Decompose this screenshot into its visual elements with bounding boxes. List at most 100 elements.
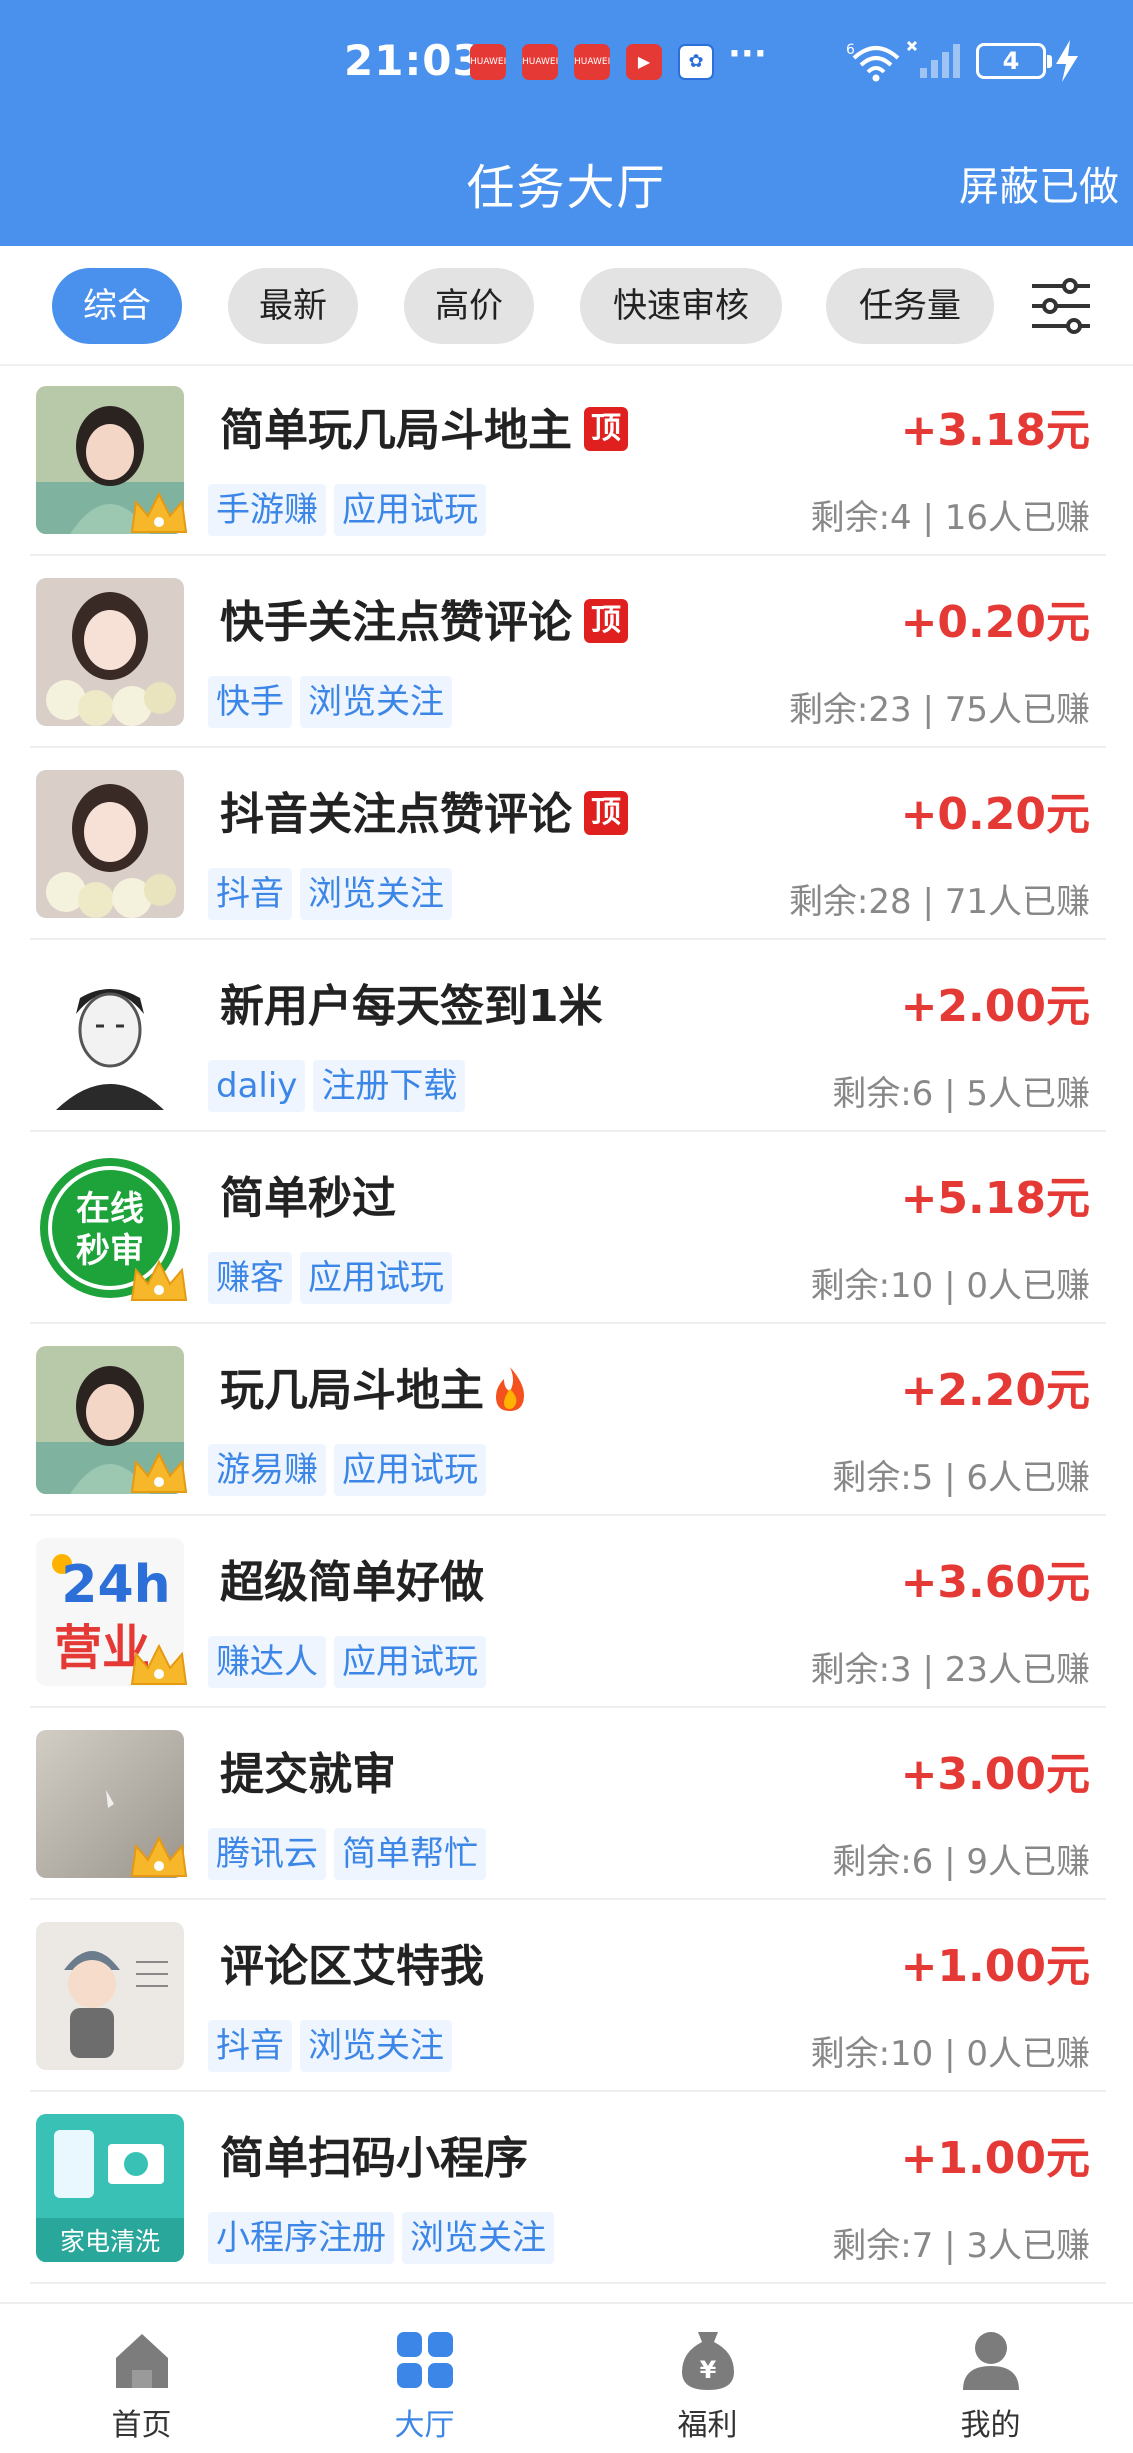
task-reward: +0.20元 <box>900 597 1090 648</box>
battery-indicator: 4 <box>976 43 1052 79</box>
task-row[interactable]: 在线 秒审 简单秒过 +5.18元 赚客 应用试玩 剩余:10 | 0人已赚 <box>30 1134 1106 1324</box>
task-tags: 小程序注册 浏览关注 <box>208 2212 562 2264</box>
hide-completed-button[interactable]: 屏蔽已做 <box>959 154 1119 212</box>
task-avatar <box>36 578 184 726</box>
user-icon <box>963 2332 1019 2390</box>
task-reward: +3.60元 <box>900 1557 1090 1608</box>
task-reward: +3.00元 <box>900 1749 1090 1800</box>
task-stats: 剩余:23 | 75人已赚 <box>788 690 1090 730</box>
crown-icon <box>130 1643 188 1685</box>
filter-chip-task-volume[interactable]: 任务量 <box>826 268 994 344</box>
task-title: 简单扫码小程序 <box>220 2133 528 2184</box>
filter-chip-fast-review[interactable]: 快速审核 <box>580 268 782 344</box>
task-tag: 应用试玩 <box>334 1636 486 1688</box>
task-tag: 赚达人 <box>208 1636 326 1688</box>
filter-chip-comprehensive[interactable]: 综合 <box>52 268 182 344</box>
task-stats: 剩余:4 | 16人已赚 <box>810 498 1090 538</box>
huawei-app-notification-icon: HUAWEI <box>522 44 558 80</box>
task-reward: +2.20元 <box>900 1365 1090 1416</box>
task-stats: 剩余:28 | 71人已赚 <box>788 882 1090 922</box>
task-reward: +1.00元 <box>900 1941 1090 1992</box>
pinned-badge: 顶 <box>584 791 628 835</box>
task-avatar: 家电清洗 <box>36 2114 184 2262</box>
sliders-icon[interactable] <box>1030 276 1092 336</box>
nav-mine[interactable]: 我的 <box>849 2304 1132 2453</box>
task-row[interactable]: 提交就审 +3.00元 腾讯云 简单帮忙 剩余:6 | 9人已赚 <box>30 1710 1106 1900</box>
task-avatar <box>36 386 188 534</box>
task-title: 提交就审 <box>220 1749 396 1800</box>
pinned-badge: 顶 <box>584 407 628 451</box>
task-tag: 小程序注册 <box>208 2212 394 2264</box>
crown-icon <box>130 491 188 533</box>
task-tags: 抖音 浏览关注 <box>208 868 460 920</box>
task-avatar <box>36 1730 188 1878</box>
task-row[interactable]: 评论区艾特我 +1.00元 抖音 浏览关注 剩余:10 | 0人已赚 <box>30 1902 1106 2092</box>
appliance-clean-logo: 家电清洗 <box>36 2114 184 2262</box>
fire-icon <box>496 1367 524 1411</box>
huawei-app-notification-icon: HUAWEI <box>574 44 610 80</box>
charging-icon <box>1056 40 1078 82</box>
task-row[interactable]: 24h 营业 超级简单好做 +3.60元 赚达人 应用试玩 剩余:3 | 23人已… <box>30 1518 1106 1708</box>
nav-hall[interactable]: 大厅 <box>283 2304 566 2453</box>
task-tag: 赚客 <box>208 1252 292 1304</box>
more-notifications-icon: ··· <box>728 34 767 74</box>
task-avatar: 在线 秒审 <box>36 1154 188 1302</box>
task-title: 简单玩几局斗地主顶 <box>220 394 628 458</box>
task-tag: 浏览关注 <box>300 868 452 920</box>
task-tag: 游易赚 <box>208 1444 326 1496</box>
task-title: 超级简单好做 <box>220 1557 484 1608</box>
filter-chip-newest[interactable]: 最新 <box>228 268 358 344</box>
grid-icon <box>397 2332 453 2388</box>
task-tag: 注册下载 <box>313 1060 466 1112</box>
svg-text:¥: ¥ <box>700 2356 717 2384</box>
crown-icon <box>130 1259 188 1301</box>
task-title: 评论区艾特我 <box>220 1941 484 1992</box>
task-reward: +1.00元 <box>900 2133 1090 2184</box>
status-time: 21:03 <box>344 36 483 85</box>
task-stats: 剩余:10 | 0人已赚 <box>810 2034 1090 2074</box>
task-tags: 手游赚 应用试玩 <box>208 484 494 536</box>
task-row[interactable]: 玩几局斗地主 +2.20元 游易赚 应用试玩 剩余:5 | 6人已赚 <box>30 1326 1106 1516</box>
logo-text: 家电清洗 <box>60 2227 160 2256</box>
task-reward: +0.20元 <box>900 789 1090 840</box>
nav-label: 首页 <box>111 2408 172 2443</box>
task-row[interactable]: 简单玩几局斗地主顶 +3.18元 手游赚 应用试玩 剩余:4 | 16人已赚 <box>30 366 1106 556</box>
task-reward: +3.18元 <box>900 405 1090 456</box>
huawei-app-notification-icon: HUAWEI <box>470 44 506 80</box>
home-icon <box>116 2334 168 2388</box>
task-tag: 抖音 <box>208 868 292 920</box>
task-avatar <box>36 962 184 1110</box>
task-stats: 剩余:5 | 6人已赚 <box>832 1458 1090 1498</box>
nav-label: 大厅 <box>394 2408 455 2443</box>
task-row[interactable]: 快手关注点赞评论顶 +0.20元 快手 浏览关注 剩余:23 | 75人已赚 <box>30 558 1106 748</box>
girl-flowers-avatar <box>36 770 184 918</box>
task-row[interactable]: 家电清洗 简单扫码小程序 +1.00元 小程序注册 浏览关注 剩余:7 | 3人已… <box>30 2094 1106 2284</box>
nav-home[interactable]: 首页 <box>0 2304 283 2453</box>
filter-chip-high-price[interactable]: 高价 <box>404 268 534 344</box>
money-bag-icon: ¥ <box>682 2332 734 2390</box>
signal-icon <box>906 40 960 78</box>
cartoon-boy-avatar <box>36 1922 184 2070</box>
task-stats: 剩余:7 | 3人已赚 <box>832 2226 1090 2266</box>
task-tag: 手游赚 <box>208 484 326 536</box>
nav-welfare[interactable]: ¥ 福利 <box>566 2304 849 2453</box>
task-tags: 快手 浏览关注 <box>208 676 460 728</box>
logo-text: 24h <box>61 1555 170 1615</box>
task-stats: 剩余:6 | 5人已赚 <box>832 1074 1090 1114</box>
task-title: 抖音关注点赞评论顶 <box>220 778 628 842</box>
task-reward: +5.18元 <box>900 1173 1090 1224</box>
task-title: 快手关注点赞评论顶 <box>220 586 628 650</box>
baidu-notification-icon: ✿ <box>678 44 714 80</box>
task-tag: 腾讯云 <box>208 1828 326 1880</box>
girl-flowers-avatar <box>36 578 184 726</box>
task-title: 简单秒过 <box>220 1173 396 1224</box>
task-row[interactable]: 抖音关注点赞评论顶 +0.20元 抖音 浏览关注 剩余:28 | 71人已赚 <box>30 750 1106 940</box>
task-tag: 应用试玩 <box>334 484 486 536</box>
task-title: 玩几局斗地主 <box>220 1354 530 1418</box>
task-tags: 赚达人 应用试玩 <box>208 1636 494 1688</box>
task-tags: daliy 注册下载 <box>208 1060 473 1112</box>
task-tag: 浏览关注 <box>402 2212 554 2264</box>
task-row[interactable]: 新用户每天签到1米 +2.00元 daliy 注册下载 剩余:6 | 5人已赚 <box>30 942 1106 1132</box>
task-reward: +2.00元 <box>900 981 1090 1032</box>
task-tag: 简单帮忙 <box>334 1828 486 1880</box>
